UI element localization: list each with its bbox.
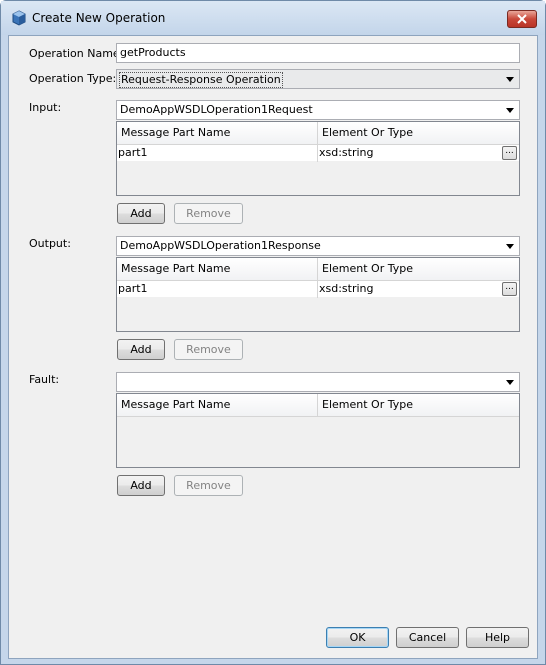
close-button[interactable] [507,10,537,28]
cube-icon [12,10,26,26]
dialog-body: Operation Name: getProducts Operation Ty… [8,35,538,659]
help-button[interactable]: Help [466,627,529,648]
fault-message-select[interactable] [116,372,520,392]
fault-add-button[interactable]: Add [117,475,165,496]
ellipsis-icon[interactable]: ... [502,282,517,296]
table-row[interactable]: part1 xsd:string ... [117,281,519,298]
output-message-value: DemoAppWSDLOperation1Response [120,239,321,252]
column-header-element-type[interactable]: Element Or Type [317,122,519,145]
ellipsis-icon[interactable]: ... [502,146,517,160]
element-type-cell[interactable]: xsd:string [317,281,519,298]
operation-type-select[interactable]: Request-Response Operation [116,69,520,89]
table-header: Message Part Name Element Or Type [117,394,519,417]
output-label: Output: [29,237,71,250]
chevron-down-icon[interactable] [502,103,517,118]
table-row[interactable]: part1 xsd:string ... [117,145,519,162]
operation-name-input[interactable]: getProducts [116,43,520,63]
output-message-select[interactable]: DemoAppWSDLOperation1Response [116,236,520,256]
dialog-window: Create New Operation Operation Name: get… [0,0,546,665]
input-message-select[interactable]: DemoAppWSDLOperation1Request [116,100,520,120]
column-header-part-name[interactable]: Message Part Name [117,258,317,281]
column-header-element-type[interactable]: Element Or Type [317,258,519,281]
operation-name-label: Operation Name: [29,47,124,60]
chevron-down-icon[interactable] [502,72,517,87]
part-name-cell[interactable]: part1 [117,145,317,162]
ok-button[interactable]: OK [326,627,389,648]
fault-label: Fault: [29,373,60,386]
input-parts-table: Message Part Name Element Or Type part1 … [116,121,520,196]
cancel-button[interactable]: Cancel [396,627,459,648]
input-message-value: DemoAppWSDLOperation1Request [120,103,313,116]
fault-remove-button[interactable]: Remove [174,475,243,496]
fault-parts-table: Message Part Name Element Or Type [116,393,520,468]
table-header: Message Part Name Element Or Type [117,258,519,281]
part-name-cell[interactable]: part1 [117,281,317,298]
input-remove-button[interactable]: Remove [174,203,243,224]
table-header: Message Part Name Element Or Type [117,122,519,145]
input-label: Input: [29,101,62,114]
chevron-down-icon[interactable] [502,239,517,254]
close-icon [517,14,527,24]
column-header-element-type[interactable]: Element Or Type [317,394,519,417]
window-title: Create New Operation [32,11,166,25]
output-add-button[interactable]: Add [117,339,165,360]
column-header-part-name[interactable]: Message Part Name [117,122,317,145]
input-add-button[interactable]: Add [117,203,165,224]
title-bar[interactable]: Create New Operation [1,1,545,35]
output-remove-button[interactable]: Remove [174,339,243,360]
element-type-cell[interactable]: xsd:string [317,145,519,162]
chevron-down-icon[interactable] [502,375,517,390]
operation-type-label: Operation Type: [29,72,117,85]
output-parts-table: Message Part Name Element Or Type part1 … [116,257,520,332]
column-header-part-name[interactable]: Message Part Name [117,394,317,417]
operation-type-value: Request-Response Operation [119,72,283,88]
